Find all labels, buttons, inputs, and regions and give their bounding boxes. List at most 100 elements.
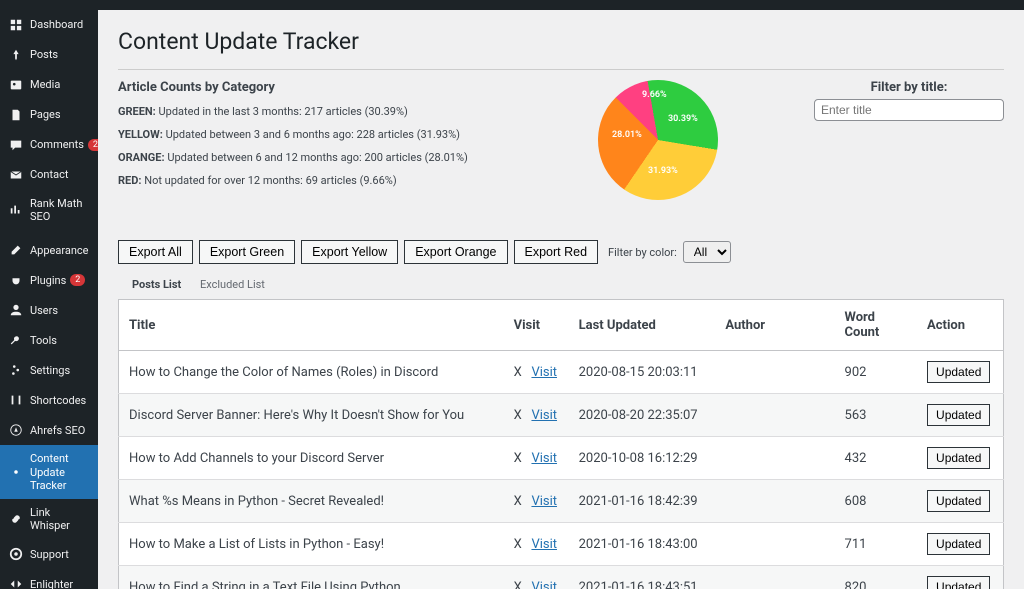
sidebar-item-users[interactable]: Users <box>0 295 98 325</box>
visit-link[interactable]: Visit <box>531 580 557 589</box>
brackets-icon <box>8 392 24 408</box>
th-author[interactable]: Author <box>715 300 834 351</box>
sidebar-badge: 254 <box>88 139 98 151</box>
life-icon <box>8 546 24 562</box>
main-content: Content Update Tracker Article Counts by… <box>98 10 1024 589</box>
updated-button[interactable]: Updated <box>927 361 990 383</box>
dashboard-icon <box>8 17 24 33</box>
code-icon <box>8 576 24 589</box>
legend-title: Article Counts by Category <box>118 80 518 95</box>
th-action[interactable]: Action <box>917 300 1003 351</box>
cell-title: Discord Server Banner: Here's Why It Doe… <box>119 394 504 437</box>
sidebar-item-label: Posts <box>30 48 58 61</box>
sidebar-item-tools[interactable]: Tools <box>0 325 98 355</box>
table-row: What %s Means in Python - Secret Reveale… <box>119 480 1004 523</box>
th-visit[interactable]: Visit <box>504 300 569 351</box>
gear-icon <box>8 464 24 480</box>
ahrefs-icon <box>8 422 24 438</box>
page-icon <box>8 107 24 123</box>
cell-wordcount: 820 <box>835 566 918 589</box>
pie-slice-label: 28.01% <box>612 130 642 140</box>
export-orange-button[interactable]: Export Orange <box>404 240 507 264</box>
sidebar-item-ahrefs-seo[interactable]: Ahrefs SEO <box>0 415 98 445</box>
sidebar-item-media[interactable]: Media <box>0 70 98 100</box>
sidebar-item-comments[interactable]: Comments 254 <box>0 130 98 160</box>
pie-slice-label: 9.66% <box>642 90 667 100</box>
legend-block: Article Counts by Category GREEN: Update… <box>118 80 518 197</box>
pie-slice-label: 30.39% <box>668 114 698 124</box>
cell-action: Updated <box>917 437 1003 480</box>
sidebar-item-appearance[interactable]: Appearance <box>0 235 98 265</box>
sidebar-item-support[interactable]: Support <box>0 539 98 569</box>
sidebar-item-rank-math-seo[interactable]: Rank Math SEO <box>0 190 98 230</box>
sidebar-item-label: Link Whisper <box>30 506 90 532</box>
sidebar-item-label: Settings <box>30 364 70 377</box>
visit-x: X <box>514 451 522 466</box>
sidebar-item-pages[interactable]: Pages <box>0 100 98 130</box>
sidebar-item-label: Content Update Tracker <box>30 452 90 492</box>
sidebar-item-posts[interactable]: Posts <box>0 40 98 70</box>
updated-button[interactable]: Updated <box>927 533 990 555</box>
sidebar-item-dashboard[interactable]: Dashboard <box>0 10 98 40</box>
updated-button[interactable]: Updated <box>927 404 990 426</box>
filter-color-label: Filter by color: <box>608 246 677 259</box>
updated-button[interactable]: Updated <box>927 447 990 469</box>
cell-visit: X Visit <box>504 566 569 589</box>
cell-wordcount: 608 <box>835 480 918 523</box>
updated-button[interactable]: Updated <box>927 490 990 512</box>
filter-by-title: Filter by title: <box>814 80 1004 121</box>
cell-action: Updated <box>917 566 1003 589</box>
sidebar-item-label: Plugins <box>30 274 66 287</box>
sidebar-item-shortcodes[interactable]: Shortcodes <box>0 385 98 415</box>
admin-sidebar: Dashboard Posts MediaPages Comments 254 Conta… <box>0 10 98 589</box>
filter-title-input[interactable] <box>814 99 1004 121</box>
tab-excluded-list[interactable]: Excluded List <box>192 274 273 295</box>
legend-green: GREEN: Updated in the last 3 months: 217… <box>118 105 518 118</box>
wp-admin-bar[interactable] <box>0 0 1024 10</box>
cell-visit: X Visit <box>504 523 569 566</box>
filter-color-select[interactable]: All <box>683 241 731 263</box>
visit-link[interactable]: Visit <box>531 494 557 509</box>
updated-button[interactable]: Updated <box>927 576 990 589</box>
sidebar-item-content-update-tracker[interactable]: Content Update Tracker <box>0 445 98 499</box>
th-word-count[interactable]: Word Count <box>835 300 918 351</box>
visit-link[interactable]: Visit <box>531 537 557 552</box>
page-title: Content Update Tracker <box>118 28 1004 55</box>
sidebar-item-label: Contact <box>30 168 68 181</box>
cell-wordcount: 902 <box>835 351 918 394</box>
visit-link[interactable]: Visit <box>531 365 557 380</box>
tabs: Posts List Excluded List <box>118 274 1004 295</box>
cell-wordcount: 711 <box>835 523 918 566</box>
sidebar-item-link-whisper[interactable]: Link Whisper <box>0 499 98 539</box>
sidebar-item-label: Comments <box>30 138 84 151</box>
export-yellow-button[interactable]: Export Yellow <box>301 240 398 264</box>
cell-author <box>715 437 834 480</box>
cell-date: 2020-10-08 16:12:29 <box>569 437 716 480</box>
cell-action: Updated <box>917 523 1003 566</box>
sidebar-item-enlighter[interactable]: Enlighter <box>0 569 98 589</box>
link-icon <box>8 511 24 527</box>
export-red-button[interactable]: Export Red <box>514 240 599 264</box>
cell-action: Updated <box>917 351 1003 394</box>
sidebar-item-contact[interactable]: Contact <box>0 160 98 190</box>
user-icon <box>8 302 24 318</box>
legend-orange: ORANGE: Updated between 6 and 12 months … <box>118 151 518 164</box>
sidebar-item-label: Ahrefs SEO <box>30 424 85 437</box>
cell-author <box>715 394 834 437</box>
comment-icon <box>8 137 24 153</box>
visit-link[interactable]: Visit <box>531 408 557 423</box>
export-green-button[interactable]: Export Green <box>199 240 295 264</box>
sidebar-item-label: Shortcodes <box>30 394 86 407</box>
table-row: How to Change the Color of Names (Roles)… <box>119 351 1004 394</box>
tab-posts-list[interactable]: Posts List <box>124 274 189 295</box>
sidebar-item-settings[interactable]: Settings <box>0 355 98 385</box>
th-title[interactable]: Title <box>119 300 504 351</box>
filter-title-label: Filter by title: <box>814 80 1004 95</box>
th-last-updated[interactable]: Last Updated <box>569 300 716 351</box>
visit-link[interactable]: Visit <box>531 451 557 466</box>
cell-visit: X Visit <box>504 351 569 394</box>
cell-title: How to Change the Color of Names (Roles)… <box>119 351 504 394</box>
export-all-button[interactable]: Export All <box>118 240 193 264</box>
visit-x: X <box>514 580 522 589</box>
sidebar-item-plugins[interactable]: Plugins2 <box>0 265 98 295</box>
